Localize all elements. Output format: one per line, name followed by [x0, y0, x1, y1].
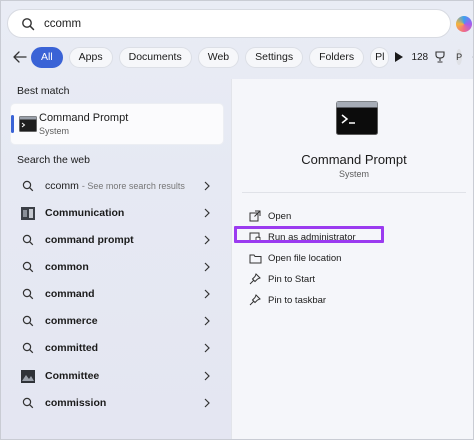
action-label: Open [268, 210, 292, 222]
result-label: Committee [45, 370, 100, 382]
image-icon [19, 205, 37, 221]
action-label: Open file location [268, 252, 342, 264]
best-match-type: System [39, 126, 70, 136]
filter-folders[interactable]: Folders [309, 46, 365, 68]
pin-icon [248, 293, 262, 307]
start-search-window: All Apps Documents Web Settings Folders … [0, 0, 474, 440]
result-label: Communication [45, 207, 125, 219]
chevron-right-icon [204, 181, 210, 191]
chevron-right-icon [204, 208, 210, 218]
web-result-row[interactable]: command [13, 282, 223, 306]
rewards-points: 128 [411, 51, 429, 63]
result-label: command prompt [45, 234, 134, 246]
web-result-row[interactable]: command prompt [13, 228, 223, 252]
chevron-right-icon [204, 262, 210, 272]
chevron-right-icon [204, 316, 210, 326]
chevron-right-icon [204, 343, 210, 353]
result-label: commerce [45, 315, 98, 327]
search-icon [20, 16, 36, 32]
open-icon [248, 209, 262, 223]
web-result-row[interactable]: commerce [13, 309, 223, 333]
action-pin-to-taskbar[interactable]: Pin to taskbar [248, 291, 448, 309]
search-web-heading: Search the web [17, 154, 90, 166]
filter-all[interactable]: All [31, 46, 63, 68]
chevron-right-icon [204, 371, 210, 381]
filter-apps[interactable]: Apps [68, 46, 113, 68]
filter-settings[interactable]: Settings [245, 46, 304, 68]
pin-icon [248, 272, 262, 286]
web-result-row[interactable]: committed [13, 336, 223, 360]
action-label: Pin to taskbar [268, 294, 327, 306]
action-open-file-location[interactable]: Open file location [248, 249, 448, 267]
action-open[interactable]: Open [248, 207, 448, 225]
copilot-icon[interactable] [456, 16, 472, 32]
search-box[interactable] [7, 9, 451, 38]
action-pin-to-start[interactable]: Pin to Start [248, 270, 448, 288]
search-icon [19, 286, 37, 302]
detail-subtitle: System [338, 169, 369, 179]
back-arrow-icon[interactable] [13, 46, 27, 68]
search-icon [19, 313, 37, 329]
action-run-as-admin[interactable]: Run as administrator [248, 228, 448, 246]
rewards-icon[interactable] [434, 49, 446, 65]
filter-documents[interactable]: Documents [118, 46, 192, 68]
web-result-row[interactable]: Committee [13, 364, 223, 388]
filter-bar: All Apps Documents Web Settings Folders … [13, 46, 473, 68]
search-icon [19, 395, 37, 411]
best-match-heading: Best match [17, 85, 70, 97]
result-label: common [45, 261, 89, 273]
chevron-right-icon [204, 289, 210, 299]
search-input[interactable] [44, 13, 344, 34]
web-result-row[interactable]: commission [13, 391, 223, 415]
best-match-item[interactable]: Command Prompt System [11, 104, 223, 144]
filter-truncated[interactable]: Pl [370, 46, 390, 68]
web-result-row[interactable]: common [13, 255, 223, 279]
web-result-row[interactable]: Communication [13, 201, 223, 225]
result-label: ccomm [45, 180, 79, 192]
search-icon [19, 178, 37, 194]
search-icon [19, 259, 37, 275]
best-match-name: Command Prompt [39, 112, 129, 124]
detail-title: Command Prompt [301, 152, 407, 167]
result-label: commission [45, 397, 107, 409]
command-prompt-icon [19, 116, 41, 132]
image-icon [19, 368, 37, 384]
filter-web[interactable]: Web [197, 46, 240, 68]
chevron-right-icon [204, 235, 210, 245]
play-icon[interactable] [395, 47, 404, 68]
detail-panel: Command Prompt System Open Run as admini… [231, 79, 473, 439]
search-icon [19, 232, 37, 248]
search-icon [19, 340, 37, 356]
divider [242, 192, 466, 193]
folder-icon [248, 251, 262, 265]
command-prompt-icon [336, 101, 378, 135]
result-hint: - See more search results [81, 181, 185, 191]
web-result-row[interactable]: ccomm - See more search results [13, 174, 223, 198]
result-label: command [45, 288, 95, 300]
shield-icon [248, 230, 262, 244]
result-label: committed [45, 342, 99, 354]
selection-indicator [11, 115, 14, 133]
action-label: Run as administrator [268, 231, 356, 243]
chevron-right-icon [204, 398, 210, 408]
avatar[interactable]: P [456, 49, 463, 65]
action-label: Pin to Start [268, 273, 315, 285]
